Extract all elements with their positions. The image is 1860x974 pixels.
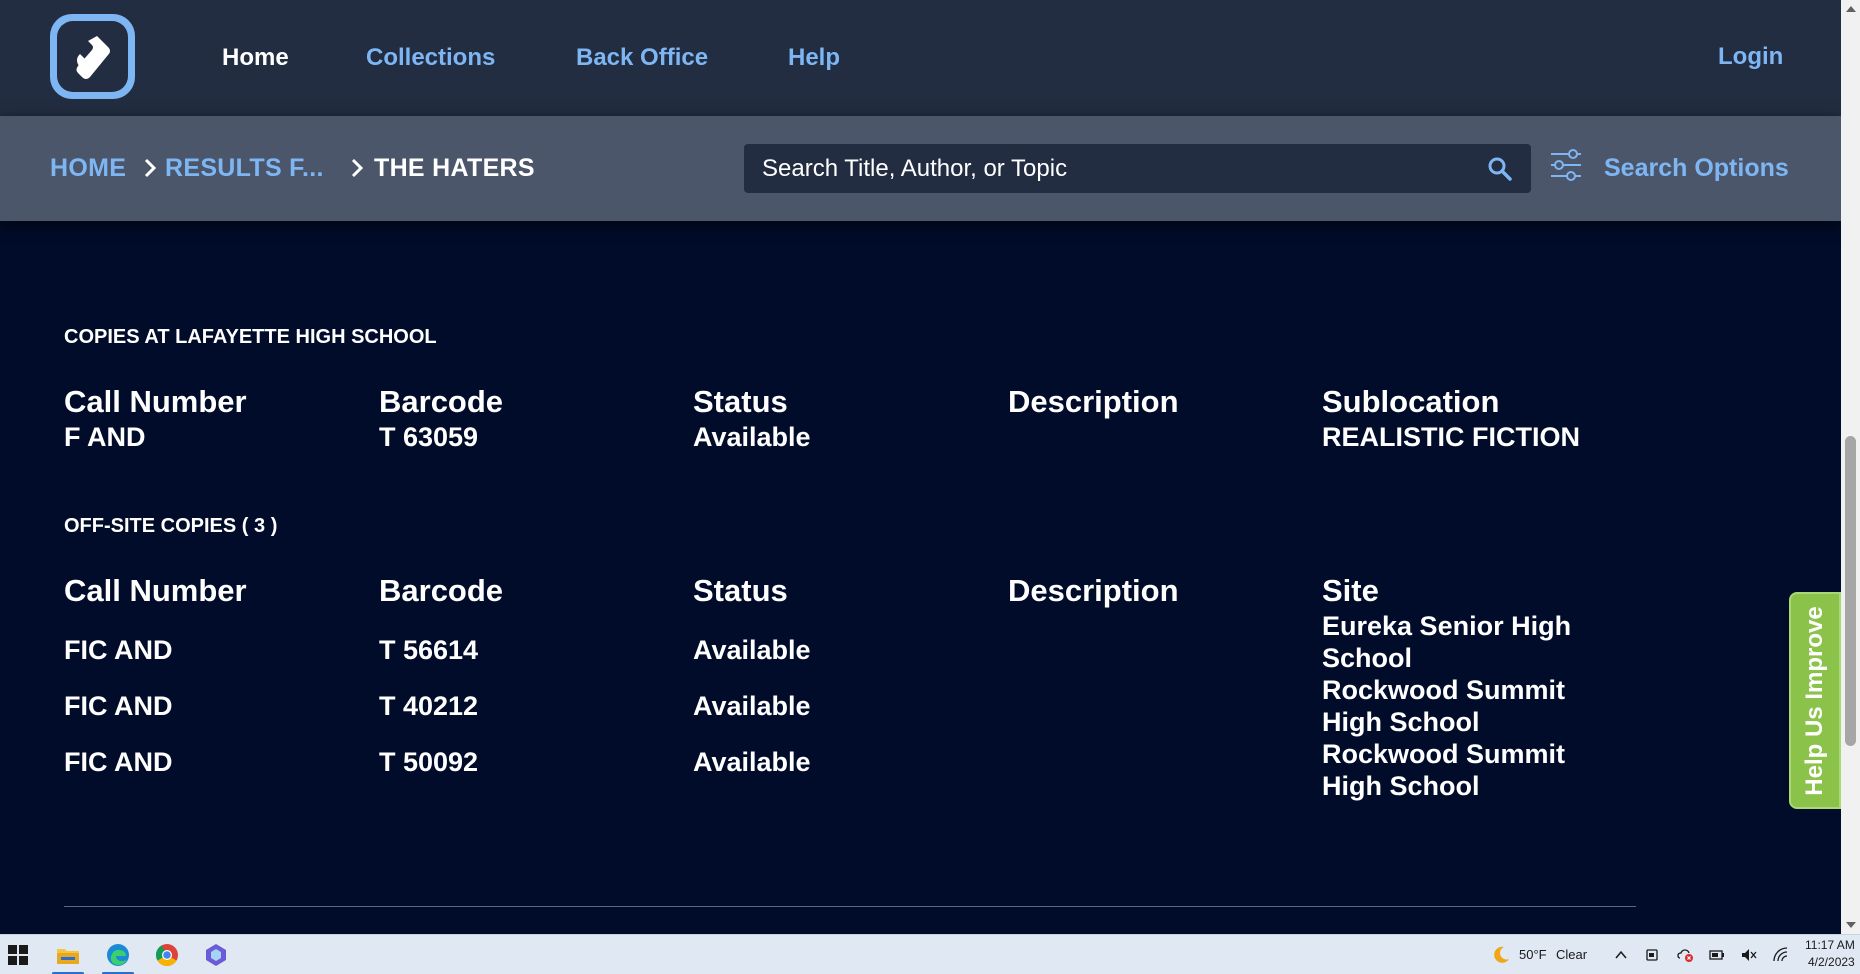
chevron-right-icon: [351, 158, 364, 178]
section-divider: [64, 906, 1636, 907]
help-us-improve-tab[interactable]: Help Us Improve: [1789, 592, 1841, 809]
search-input[interactable]: [762, 152, 1462, 185]
search-box: [744, 144, 1531, 193]
speaker-muted-icon[interactable]: [1740, 946, 1758, 964]
file-explorer-icon[interactable]: [55, 942, 81, 968]
weather-condition[interactable]: Clear: [1556, 947, 1587, 962]
battery-icon[interactable]: [1708, 946, 1726, 964]
section-title-offsite: OFF-SITE COPIES ( 3 ): [64, 515, 278, 537]
barcode-cell: T 56614: [379, 635, 479, 665]
chevron-up-icon[interactable]: [1612, 946, 1630, 964]
chrome-browser-icon[interactable]: [154, 942, 180, 968]
nav-link-back-office[interactable]: Back Office: [576, 44, 708, 72]
status-cell: Available: [693, 691, 811, 721]
cloud-sync-error-icon[interactable]: [1676, 946, 1694, 964]
weather-temperature[interactable]: 50°F: [1519, 947, 1547, 962]
windows-taskbar: 50°F Clear 11:17 AM 4/2/2023: [0, 934, 1860, 974]
call-number-cell: F AND: [64, 422, 146, 452]
column-header: Description: [1008, 573, 1179, 608]
column-header: Sublocation: [1322, 384, 1500, 419]
section-title-local: COPIES AT LAFAYETTE HIGH SCHOOL: [64, 326, 437, 348]
feedback-label: Help Us Improve: [1801, 605, 1828, 796]
vertical-scrollbar[interactable]: [1841, 0, 1860, 934]
column-header: Status: [693, 384, 788, 419]
column-header: Status: [693, 573, 788, 608]
filter-sliders-icon[interactable]: [1549, 146, 1583, 184]
top-navigation-bar: Home Collections Back Office Help Login: [0, 0, 1841, 116]
scroll-down-arrow-icon[interactable]: [1846, 922, 1856, 928]
nav-link-home[interactable]: Home: [222, 44, 289, 72]
site-cell: Eureka Senior High School: [1322, 611, 1572, 673]
column-header: Site: [1322, 573, 1379, 608]
nav-link-collections[interactable]: Collections: [366, 44, 495, 72]
call-number-cell: FIC AND: [64, 635, 173, 665]
barcode-cell: T 40212: [379, 691, 479, 721]
breadcrumb-home[interactable]: HOME: [50, 154, 126, 183]
barcode-cell: T 63059: [379, 422, 479, 452]
app-logo-icon[interactable]: [50, 14, 135, 99]
column-header: Description: [1008, 384, 1179, 419]
scroll-up-arrow-icon[interactable]: [1846, 6, 1856, 12]
site-cell: Rockwood Summit High School: [1322, 739, 1566, 801]
column-header: Call Number: [64, 384, 247, 419]
status-cell: Available: [693, 422, 811, 452]
call-number-cell: FIC AND: [64, 747, 173, 777]
wifi-icon[interactable]: [1772, 946, 1790, 964]
copilot-app-icon[interactable]: [203, 942, 229, 968]
status-cell: Available: [693, 635, 811, 665]
breadcrumb-results[interactable]: RESULTS F...: [165, 154, 324, 183]
meet-camera-icon[interactable]: [1644, 946, 1662, 964]
sublocation-cell: REALISTIC FICTION: [1322, 422, 1580, 452]
edge-browser-icon[interactable]: [105, 942, 131, 968]
login-link[interactable]: Login: [1718, 43, 1783, 71]
column-header: Call Number: [64, 573, 247, 608]
status-cell: Available: [693, 747, 811, 777]
site-cell: Rockwood Summit High School: [1322, 675, 1566, 737]
moon-weather-icon[interactable]: [1490, 944, 1512, 966]
windows-start-icon[interactable]: [5, 942, 31, 968]
column-header: Barcode: [379, 573, 504, 608]
breadcrumb-current: THE HATERS: [374, 154, 535, 182]
column-header: Barcode: [379, 384, 504, 419]
scrollbar-thumb[interactable]: [1845, 436, 1856, 746]
clock-date[interactable]: 4/2/2023: [1808, 955, 1855, 969]
search-options-button[interactable]: Search Options: [1604, 154, 1789, 183]
search-band: HOME RESULTS F... THE HATERS Search Opti…: [0, 116, 1841, 221]
chevron-right-icon: [144, 158, 157, 178]
call-number-cell: FIC AND: [64, 691, 173, 721]
nav-link-help[interactable]: Help: [788, 44, 840, 72]
search-icon[interactable]: [1487, 156, 1513, 182]
barcode-cell: T 50092: [379, 747, 479, 777]
clock-time[interactable]: 11:17 AM: [1805, 938, 1855, 952]
